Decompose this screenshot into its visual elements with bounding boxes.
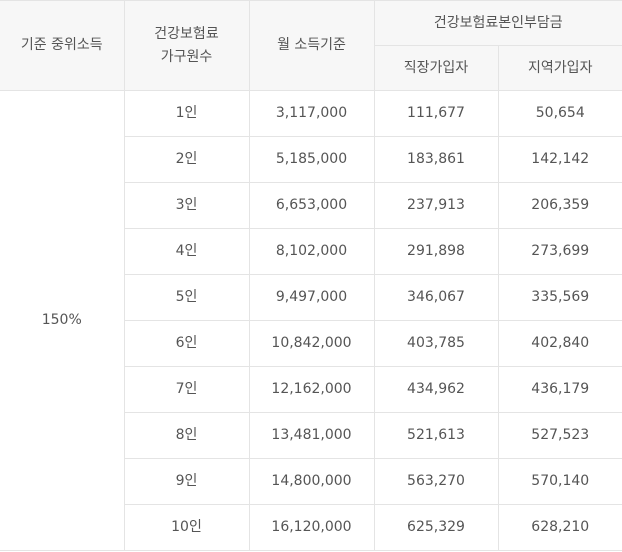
household-cell: 1인 xyxy=(123,90,250,137)
header-employee: 직장가입자 xyxy=(374,45,499,91)
employee-cell: 563,270 xyxy=(373,458,499,505)
table-row: 150% 1인 3,117,000 111,677 50,654 xyxy=(0,90,622,551)
household-cell: 9인 xyxy=(124,458,250,505)
employee-cell: 403,785 xyxy=(373,320,499,367)
household-cell: 5인 xyxy=(124,274,250,321)
household-cell: 10인 xyxy=(124,504,250,551)
header-regional: 지역가입자 xyxy=(497,45,622,91)
regional-cell: 570,140 xyxy=(497,458,622,505)
income-cell: 9,497,000 xyxy=(248,274,375,321)
header-household-size: 건강보험료 가구원수 xyxy=(123,0,250,91)
median-percent-cell: 150% xyxy=(0,90,125,551)
income-cell: 8,102,000 xyxy=(248,228,375,275)
household-cell: 3인 xyxy=(124,182,250,229)
employee-cell: 183,861 xyxy=(373,136,499,183)
employee-cell: 346,067 xyxy=(373,274,499,321)
health-premium-table: 기준 중위소득 건강보험료 가구원수 월 소득기준 건강보험료본인부담금 직장가… xyxy=(0,0,622,551)
header-household-line2: 가구원수 xyxy=(160,48,213,65)
employee-cell: 291,898 xyxy=(373,228,499,275)
header-premium-group: 건강보험료본인부담금 xyxy=(373,0,622,46)
header-median-income: 기준 중위소득 xyxy=(0,0,125,91)
regional-cell: 206,359 xyxy=(497,182,622,229)
employee-cell: 434,962 xyxy=(373,366,499,413)
table-body: 150% 1인 3,117,000 111,677 50,654 2인 5,18… xyxy=(0,90,622,551)
regional-cell: 335,569 xyxy=(497,274,622,321)
employee-cell: 625,329 xyxy=(373,504,499,551)
table-header: 기준 중위소득 건강보험료 가구원수 월 소득기준 건강보험료본인부담금 직장가… xyxy=(0,0,622,91)
income-cell: 3,117,000 xyxy=(248,90,375,137)
household-cell: 7인 xyxy=(124,366,250,413)
income-cell: 16,120,000 xyxy=(248,504,375,551)
regional-cell: 142,142 xyxy=(497,136,622,183)
household-cell: 4인 xyxy=(124,228,250,275)
income-cell: 10,842,000 xyxy=(248,320,375,367)
household-cell: 6인 xyxy=(124,320,250,367)
income-cell: 12,162,000 xyxy=(248,366,375,413)
income-cell: 6,653,000 xyxy=(248,182,375,229)
employee-cell: 111,677 xyxy=(373,90,499,137)
header-household-line1: 건강보험료 xyxy=(154,25,219,42)
income-cell: 5,185,000 xyxy=(248,136,375,183)
income-cell: 14,800,000 xyxy=(248,458,375,505)
income-cell: 13,481,000 xyxy=(248,412,375,459)
household-cell: 2인 xyxy=(124,136,250,183)
regional-cell: 50,654 xyxy=(497,90,622,137)
employee-cell: 237,913 xyxy=(373,182,499,229)
header-monthly-income: 월 소득기준 xyxy=(248,0,375,91)
regional-cell: 273,699 xyxy=(497,228,622,275)
household-cell: 8인 xyxy=(124,412,250,459)
regional-cell: 436,179 xyxy=(497,366,622,413)
regional-cell: 628,210 xyxy=(497,504,622,551)
employee-cell: 521,613 xyxy=(373,412,499,459)
regional-cell: 527,523 xyxy=(497,412,622,459)
regional-cell: 402,840 xyxy=(497,320,622,367)
